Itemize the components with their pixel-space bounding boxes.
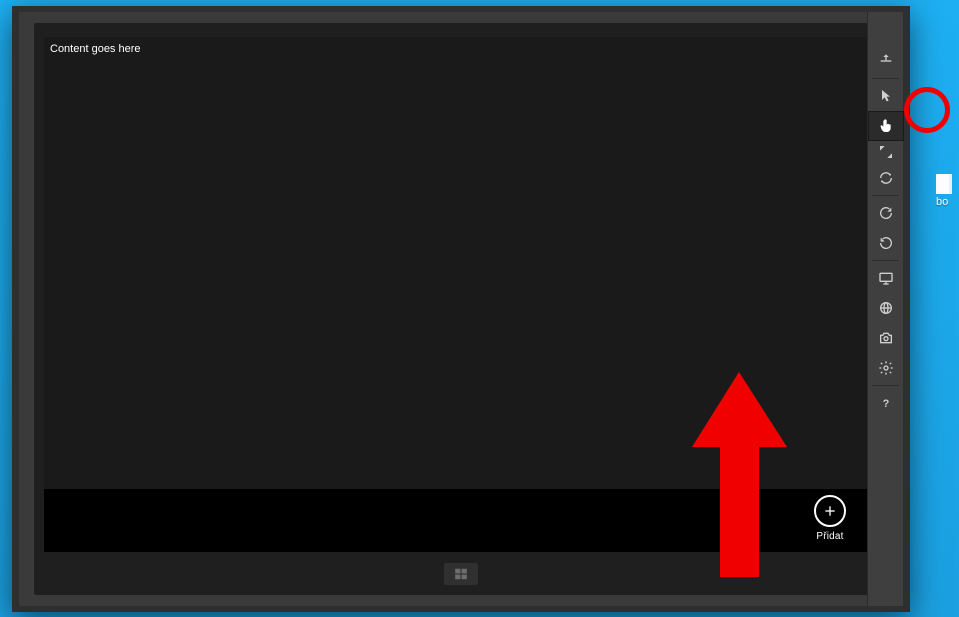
device-screen: Content goes here Přidat — [44, 37, 878, 552]
screenshot-icon — [878, 330, 894, 346]
screenshot-button[interactable] — [868, 323, 904, 353]
pinch-zoom-in-button[interactable] — [868, 141, 904, 163]
network-icon — [878, 300, 894, 316]
file-label: bo — [936, 196, 956, 208]
simulator-toolbar: ? — [867, 12, 903, 606]
display-resolution-button[interactable] — [868, 263, 904, 293]
rotate-counterclockwise-button[interactable] — [868, 228, 904, 258]
always-on-top-icon — [878, 53, 894, 69]
windows-icon — [454, 567, 468, 581]
rotate-device-icon — [878, 170, 894, 186]
desktop: bo Content goes here — [0, 0, 959, 617]
add-label: Přidat — [800, 531, 860, 542]
app-bar: Přidat — [44, 489, 878, 552]
plus-icon — [822, 503, 838, 519]
content-placeholder: Content goes here — [50, 43, 141, 55]
pinch-zoom-icon — [878, 144, 894, 160]
rotate-counterclockwise-icon — [878, 235, 894, 251]
settings-icon — [878, 360, 894, 376]
content-area[interactable]: Content goes here — [44, 37, 878, 489]
windows-button[interactable] — [444, 563, 478, 585]
pointer-mouse-icon — [878, 88, 894, 104]
annotation-circle — [904, 87, 950, 133]
simulator-inner: Content goes here Přidat — [19, 12, 903, 606]
always-on-top-button[interactable] — [868, 46, 904, 76]
file-icon — [936, 174, 952, 194]
add-button[interactable] — [814, 495, 846, 527]
display-resolution-icon — [878, 270, 894, 286]
appbar-add-item: Přidat — [800, 495, 860, 542]
rotate-device-button[interactable] — [868, 163, 904, 193]
help-button[interactable]: ? — [868, 388, 904, 418]
touch-pointer-button[interactable] — [868, 111, 904, 141]
desktop-file-icon[interactable]: bo — [936, 174, 956, 208]
device-bezel: Content goes here Přidat — [34, 23, 888, 595]
rotate-clockwise-button[interactable] — [868, 198, 904, 228]
rotate-clockwise-icon — [878, 205, 894, 221]
touch-pointer-icon — [878, 118, 894, 134]
simulator-window: Content goes here Přidat — [12, 6, 910, 612]
network-button[interactable] — [868, 293, 904, 323]
pointer-mouse-button[interactable] — [868, 81, 904, 111]
settings-button[interactable] — [868, 353, 904, 383]
svg-text:?: ? — [883, 398, 890, 410]
help-icon: ? — [878, 395, 894, 411]
